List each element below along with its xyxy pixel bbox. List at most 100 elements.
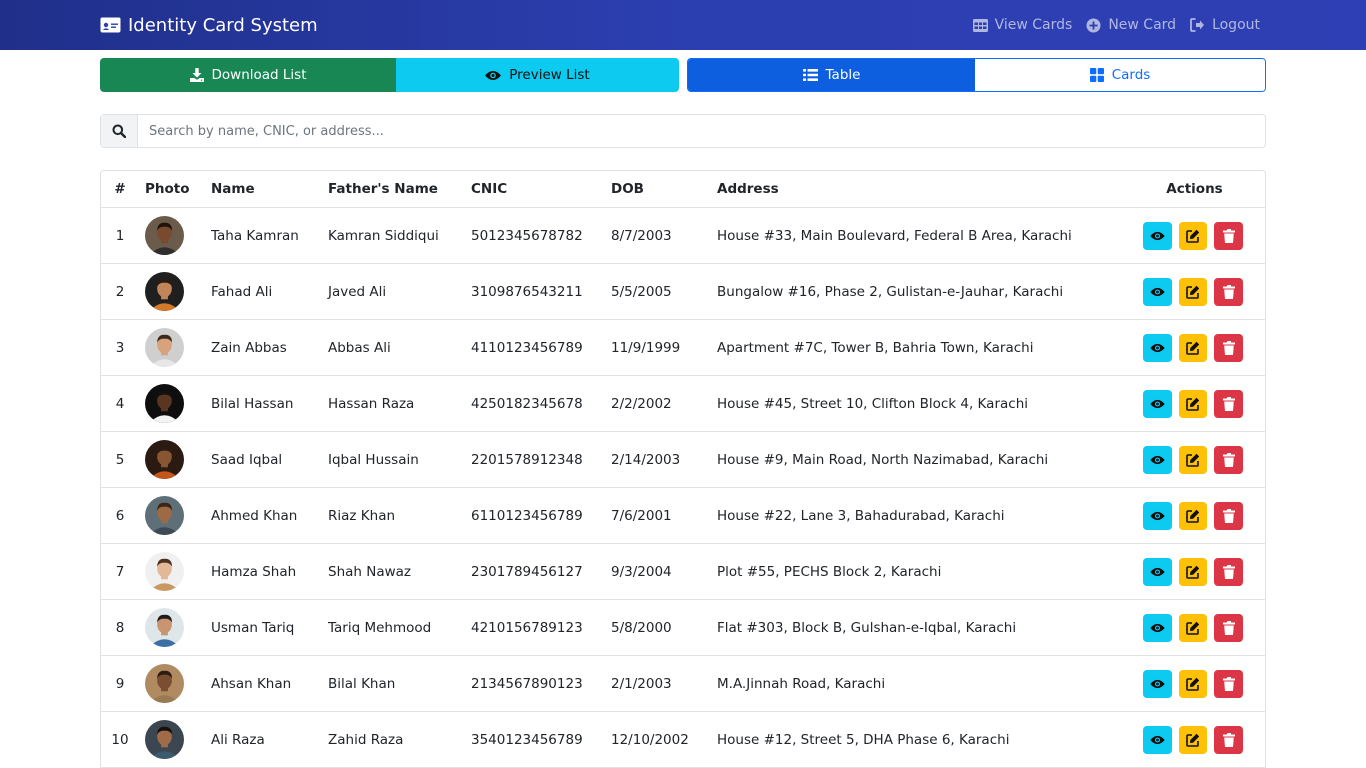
search-addon: [101, 115, 138, 147]
person-name: Ahmed Khan: [211, 507, 298, 524]
nav-new-card[interactable]: New Card: [1086, 17, 1176, 33]
view-button[interactable]: [1143, 277, 1172, 306]
edit-button[interactable]: [1178, 277, 1208, 306]
view-button[interactable]: [1143, 333, 1172, 362]
search-input[interactable]: [138, 115, 1265, 147]
delete-button[interactable]: [1214, 277, 1244, 306]
view-button[interactable]: [1143, 389, 1172, 418]
header-father-name: Father's Name: [328, 181, 438, 197]
search-icon: [112, 124, 126, 138]
row-actions: [1143, 376, 1244, 431]
row-number: 4: [115, 395, 125, 412]
view-button[interactable]: [1143, 613, 1172, 642]
person-name: Taha Kamran: [211, 227, 299, 244]
cnic: 4210156789123: [471, 619, 583, 636]
table-row: 8 Usman Tariq Tariq Mehmood 4210156789123 5/…: [101, 600, 1265, 656]
delete-button[interactable]: [1214, 613, 1244, 642]
row-number: 5: [115, 451, 125, 468]
edit-button[interactable]: [1178, 501, 1208, 530]
delete-button[interactable]: [1214, 669, 1244, 698]
brand[interactable]: Identity Card System: [100, 0, 318, 50]
avatar: [145, 216, 184, 255]
table-row: 2 Fahad Ali Javed Ali 3109876543211 5/5/2005…: [101, 264, 1265, 320]
photo-cell: [145, 320, 184, 375]
edit-button[interactable]: [1178, 221, 1208, 250]
dob: 9/3/2004: [611, 563, 672, 580]
delete-button[interactable]: [1214, 445, 1244, 474]
cnic: 2201578912348: [471, 451, 583, 468]
table-row: 6 Ahmed Khan Riaz Khan 6110123456789 7/6/200…: [101, 488, 1265, 544]
cnic: 5012345678782: [471, 227, 583, 244]
photo-cell: [145, 656, 184, 711]
view-button[interactable]: [1143, 445, 1172, 474]
view-button[interactable]: [1143, 725, 1172, 754]
nav-links: View Cards New Card Logout: [972, 0, 1260, 50]
dob: 5/8/2000: [611, 619, 672, 636]
download-list-button[interactable]: Download List: [100, 58, 396, 92]
delete-button[interactable]: [1214, 333, 1244, 362]
export-button-group: Download List Preview List: [100, 58, 679, 92]
eye-icon: [1150, 455, 1165, 464]
dob: 2/14/2003: [611, 451, 681, 468]
table-icon: [972, 18, 988, 32]
delete-button[interactable]: [1214, 725, 1244, 754]
table-row: 10 Ali Raza Zahid Raza 3540123456789 12/10/2…: [101, 712, 1265, 768]
edit-icon: [1186, 453, 1200, 467]
view-button[interactable]: [1143, 501, 1172, 530]
photo-cell: [145, 208, 184, 263]
cards-view-button[interactable]: Cards: [975, 59, 1265, 91]
nav-logout[interactable]: Logout: [1190, 17, 1260, 33]
header-cnic: CNIC: [471, 181, 508, 197]
photo-cell: [145, 712, 184, 767]
dob: 5/5/2005: [611, 283, 672, 300]
eye-icon: [1150, 679, 1165, 688]
row-actions: [1143, 264, 1244, 319]
delete-button[interactable]: [1214, 389, 1244, 418]
avatar: [145, 608, 184, 647]
address: Bungalow #16, Phase 2, Gulistan-e-Jauhar…: [717, 283, 1064, 300]
edit-button[interactable]: [1178, 445, 1208, 474]
delete-button[interactable]: [1214, 221, 1244, 250]
table-row: 9 Ahsan Khan Bilal Khan 2134567890123 2/1/20…: [101, 656, 1265, 712]
list-icon: [802, 69, 818, 81]
edit-button[interactable]: [1178, 389, 1208, 418]
father-name: Javed Ali: [328, 283, 387, 300]
table-view-button[interactable]: Table: [688, 59, 975, 91]
avatar: [145, 720, 184, 759]
row-actions: [1143, 600, 1244, 655]
nav-view-cards[interactable]: View Cards: [972, 17, 1072, 33]
row-number: 6: [115, 507, 125, 524]
delete-button[interactable]: [1214, 501, 1244, 530]
edit-icon: [1186, 565, 1200, 579]
app-title: Identity Card System: [128, 14, 318, 36]
father-name: Zahid Raza: [328, 731, 404, 748]
view-button[interactable]: [1143, 221, 1172, 250]
edit-button[interactable]: [1178, 669, 1208, 698]
row-actions: [1143, 432, 1244, 487]
dob: 11/9/1999: [611, 339, 681, 356]
delete-button[interactable]: [1214, 557, 1244, 586]
table-row: 4 Bilal Hassan Hassan Raza 4250182345678 2/2…: [101, 376, 1265, 432]
row-number: 7: [115, 563, 125, 580]
person-name: Ahsan Khan: [211, 675, 292, 692]
edit-button[interactable]: [1178, 725, 1208, 754]
trash-icon: [1222, 620, 1235, 635]
edit-button[interactable]: [1178, 613, 1208, 642]
preview-list-button[interactable]: Preview List: [396, 58, 679, 92]
avatar: [145, 552, 184, 591]
view-button[interactable]: [1143, 557, 1172, 586]
row-number: 3: [115, 339, 125, 356]
photo-cell: [145, 600, 184, 655]
view-button[interactable]: [1143, 669, 1172, 698]
edit-button[interactable]: [1178, 333, 1208, 362]
cnic: 4250182345678: [471, 395, 583, 412]
address: House #33, Main Boulevard, Federal B Are…: [717, 227, 1072, 244]
address: House #9, Main Road, North Nazimabad, Ka…: [717, 451, 1049, 468]
father-name: Bilal Khan: [328, 675, 396, 692]
edit-button[interactable]: [1178, 557, 1208, 586]
table-row: 3 Zain Abbas Abbas Ali 4110123456789 11/9/19…: [101, 320, 1265, 376]
row-number: 2: [115, 283, 125, 300]
trash-icon: [1222, 452, 1235, 467]
edit-icon: [1186, 229, 1200, 243]
row-actions: [1143, 544, 1244, 599]
